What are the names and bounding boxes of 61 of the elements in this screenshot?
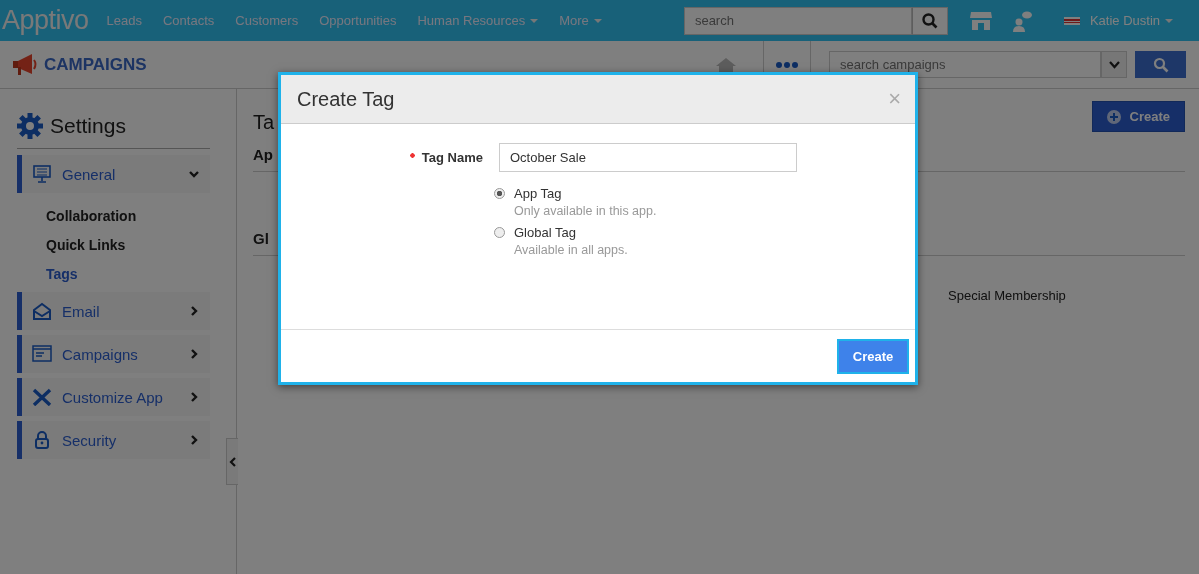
search-field[interactable]: search [683,6,912,35]
sidebar-link[interactable]: Tags [46,266,210,282]
section-heading: Gl [253,230,269,247]
plus-icon [1106,109,1121,124]
nav-link[interactable]: More [559,13,602,28]
nav-link[interactable]: Human Resources [417,13,539,28]
lock-icon [32,431,52,449]
nav-link[interactable]: Customers [235,13,299,28]
nav-link[interactable]: Opportunities [319,13,397,28]
option-description: Only available in this app. [514,204,657,218]
search-button[interactable] [911,6,948,35]
sidebar-title: Settings [50,114,126,138]
tag-name: Special Membership [948,288,1066,303]
chevron-down-icon [1108,60,1120,69]
collapse-sidebar-button[interactable] [226,438,238,485]
create-button[interactable]: Create [837,338,909,374]
sidebar-link[interactable]: Collaboration [46,208,210,224]
app-title: CAMPAIGNS [44,54,147,75]
chevron-right-icon [188,434,200,446]
tools-icon [32,388,52,406]
campaign-search-field[interactable]: search campaigns [829,51,1101,78]
option-label[interactable]: Global Tag [514,225,628,240]
search-icon [1152,56,1169,73]
sidebar-section[interactable]: General [17,155,210,193]
chevron-right-icon [188,305,200,317]
user-menu[interactable]: Katie Dustin [1089,13,1173,28]
create-button[interactable]: Create [1091,101,1185,132]
sidebar-link[interactable]: Quick Links [46,237,210,253]
search-button[interactable] [1135,51,1186,78]
chevron-right-icon [188,391,200,403]
nav-link[interactable]: Leads [106,13,142,28]
home-icon[interactable] [715,56,737,73]
dialog-title: Create Tag [297,87,395,111]
section-heading: Ap [253,146,273,163]
radio-button[interactable] [494,227,505,238]
tag-name-field[interactable]: October Sale [499,143,797,172]
caret-icon [1165,18,1173,23]
flag-icon [1063,16,1080,25]
sidebar-section[interactable]: Email [17,292,210,330]
field-label: Tag Name [421,150,483,165]
page-title: Ta [253,111,275,134]
chevron-down-icon [188,168,200,180]
window-icon [32,345,52,363]
option-label[interactable]: App Tag [514,186,657,201]
search-icon [921,12,938,29]
monitor-icon [32,165,52,183]
chevron-right-icon [188,348,200,360]
close-button[interactable]: × [888,86,901,112]
radio-button[interactable] [494,188,505,199]
sidebar-section[interactable]: Security [17,421,210,459]
nav-link[interactable]: Contacts [163,13,215,28]
chevron-left-icon [229,456,236,467]
mail-icon [32,302,52,320]
option-description: Available in all apps. [514,243,628,257]
store-icon[interactable] [969,10,992,31]
search-filter-dropdown[interactable] [1101,51,1127,78]
settings-icon [17,113,43,139]
apps-icon[interactable] [776,61,798,68]
sidebar-section[interactable]: Campaigns [17,335,210,373]
sidebar-section[interactable]: Customize App [17,378,210,416]
app-logo[interactable]: Apptivo [2,5,89,36]
